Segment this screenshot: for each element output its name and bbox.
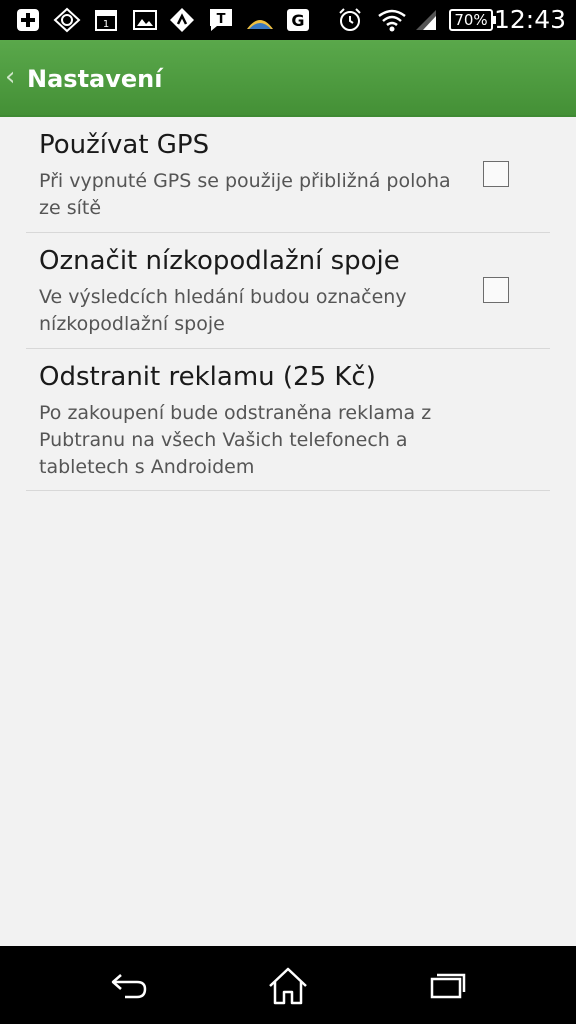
app-icon bbox=[53, 6, 81, 34]
back-chevron-icon[interactable]: ‹ bbox=[5, 62, 15, 92]
svg-text:T: T bbox=[217, 12, 226, 27]
battery-icon: 70% bbox=[449, 9, 496, 31]
signal-icon bbox=[413, 6, 439, 34]
svg-text:1: 1 bbox=[103, 19, 109, 30]
back-icon[interactable] bbox=[104, 964, 154, 1008]
wifi-icon bbox=[377, 6, 407, 34]
pref-title: Označit nízkopodlažní spoje bbox=[39, 246, 400, 276]
recent-apps-icon[interactable] bbox=[423, 964, 473, 1008]
status-bar: 1 T G 70% 12:43 bbox=[0, 0, 576, 40]
page-title[interactable]: Nastavení bbox=[27, 64, 162, 94]
action-bar: ‹ Nastavení bbox=[0, 40, 576, 117]
add-icon bbox=[14, 6, 42, 34]
map-icon bbox=[167, 6, 197, 34]
message-icon: T bbox=[207, 6, 235, 34]
alarm-icon bbox=[336, 6, 364, 34]
gps-checkbox[interactable] bbox=[483, 161, 509, 187]
status-time: 12:43 bbox=[493, 5, 566, 34]
calendar-icon: 1 bbox=[93, 6, 119, 34]
pref-use-gps[interactable]: Používat GPS Při vypnuté GPS se použije … bbox=[26, 117, 550, 233]
preferences-list: Používat GPS Při vypnuté GPS se použije … bbox=[0, 117, 576, 491]
pref-title: Používat GPS bbox=[39, 130, 210, 160]
pref-summary: Při vypnuté GPS se použije přibližná pol… bbox=[39, 170, 451, 219]
pref-summary: Ve výsledcích hledání budou označeny níz… bbox=[39, 286, 407, 335]
pref-summary: Po zakoupení bude odstraněna reklama z P… bbox=[39, 402, 432, 478]
gallery-icon bbox=[132, 6, 158, 34]
low-floor-checkbox[interactable] bbox=[483, 277, 509, 303]
navigation-bar bbox=[0, 946, 576, 1024]
weather-icon bbox=[245, 6, 275, 34]
pref-low-floor-connections[interactable]: Označit nízkopodlažní spoje Ve výsledcíc… bbox=[26, 233, 550, 349]
g-icon: G bbox=[285, 6, 311, 34]
pref-title: Odstranit reklamu (25 Kč) bbox=[39, 362, 376, 392]
pref-remove-ads[interactable]: Odstranit reklamu (25 Kč) Po zakoupení b… bbox=[26, 349, 550, 491]
svg-text:G: G bbox=[291, 11, 304, 30]
home-icon[interactable] bbox=[263, 964, 313, 1008]
